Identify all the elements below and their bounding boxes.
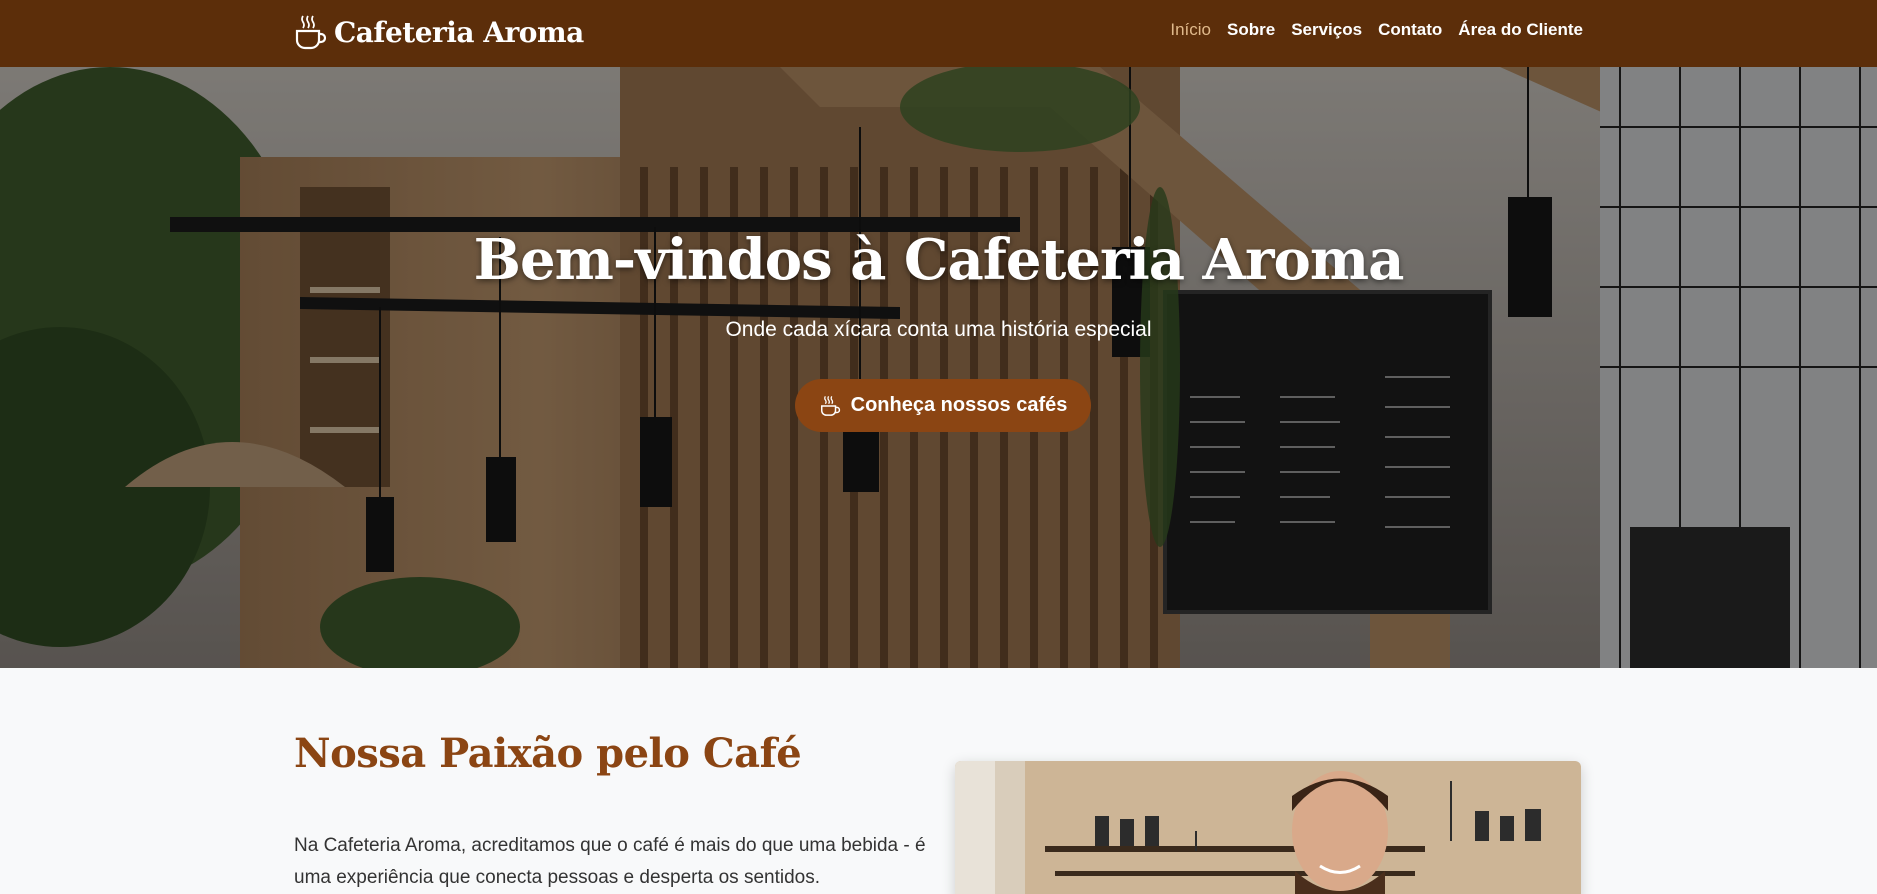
nav-links: Início Sobre Serviços Contato Área do Cl…	[1170, 20, 1583, 40]
hero-title: Bem-vindos à Cafeteria Aroma	[473, 227, 1405, 293]
nav-link-sobre[interactable]: Sobre	[1227, 20, 1275, 40]
about-text: Na Cafeteria Aroma, acreditamos que o ca…	[294, 835, 926, 888]
brand-link[interactable]: Cafeteria Aroma	[294, 14, 584, 50]
barista-photo-image	[955, 761, 1581, 894]
about-title: Nossa Paixão pelo Café	[294, 730, 802, 777]
barista-photo	[955, 761, 1581, 894]
brand-name: Cafeteria Aroma	[334, 15, 584, 49]
hero-subtitle: Onde cada xícara conta uma história espe…	[725, 318, 1152, 341]
coffee-cup-icon	[820, 395, 840, 416]
navbar: Cafeteria Aroma Início Sobre Serviços Co…	[0, 0, 1877, 67]
hero-content: Bem-vindos à Cafeteria Aroma Onde cada x…	[0, 67, 1877, 668]
nav-link-area-do-cliente[interactable]: Área do Cliente	[1458, 20, 1583, 40]
coffee-cup-icon	[295, 15, 326, 50]
nav-link-servicos[interactable]: Serviços	[1291, 20, 1362, 40]
hero-section: Bem-vindos à Cafeteria Aroma Onde cada x…	[0, 67, 1877, 668]
explore-coffees-label: Conheça nossos cafés	[850, 394, 1068, 416]
explore-coffees-button[interactable]: Conheça nossos cafés	[795, 379, 1091, 432]
nav-link-inicio[interactable]: Início	[1170, 20, 1211, 40]
nav-link-contato[interactable]: Contato	[1378, 20, 1442, 40]
